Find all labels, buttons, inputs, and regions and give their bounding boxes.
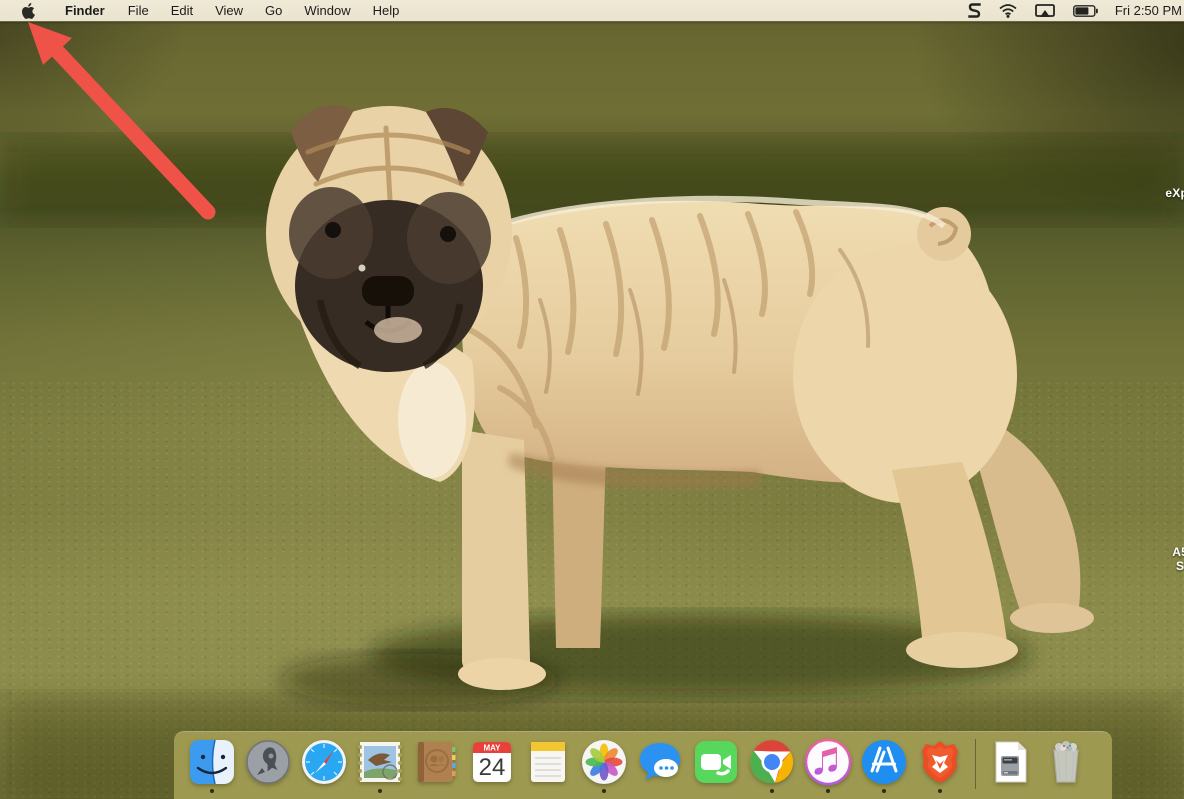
menu-bar-left: Finder File Edit View Go Window Help <box>0 0 410 21</box>
chrome-icon <box>750 740 794 784</box>
app-store-icon <box>862 740 906 784</box>
running-indicator <box>826 789 830 793</box>
menu-bar-right: Fri 2:50 PM <box>959 0 1184 21</box>
dock: MAY 24 <box>174 731 1112 799</box>
contacts-book-icon <box>418 742 456 782</box>
desktop-icon-label[interactable]: eXp <box>1165 186 1184 200</box>
dock-item-finder[interactable] <box>184 738 240 798</box>
running-indicator <box>602 789 606 793</box>
menu-item-view[interactable]: View <box>204 0 254 21</box>
dock-item-chrome[interactable] <box>744 738 800 798</box>
dock-item-notes[interactable] <box>520 738 576 798</box>
messages-icon <box>640 743 680 780</box>
menu-item-edit[interactable]: Edit <box>160 0 204 21</box>
document-disk-image-icon <box>995 741 1027 783</box>
dock-item-safari[interactable] <box>296 738 352 798</box>
running-indicator <box>882 789 886 793</box>
wifi-icon[interactable] <box>990 0 1026 21</box>
dock-item-messages[interactable] <box>632 738 688 798</box>
dock-item-itunes[interactable] <box>800 738 856 798</box>
apple-logo-icon <box>22 2 35 19</box>
dock-item-documents-stack[interactable] <box>982 738 1038 798</box>
menu-item-go[interactable]: Go <box>254 0 293 21</box>
s-app-status-icon[interactable] <box>959 0 990 21</box>
menu-item-window[interactable]: Window <box>293 0 361 21</box>
running-indicator <box>770 789 774 793</box>
menu-item-help[interactable]: Help <box>362 0 411 21</box>
battery-icon[interactable] <box>1064 0 1107 21</box>
notes-icon <box>531 742 565 782</box>
brave-icon <box>922 741 958 783</box>
itunes-icon <box>804 738 852 786</box>
running-indicator <box>210 789 214 793</box>
running-indicator <box>378 789 382 793</box>
screen-mirroring-icon[interactable] <box>1026 0 1064 21</box>
dock-item-brave[interactable] <box>912 738 968 798</box>
mail-stamp-icon <box>358 742 402 782</box>
desktop-icon-label-line1: A5 <box>1172 545 1184 559</box>
dock-separator-line <box>974 739 976 789</box>
calendar-icon: MAY 24 <box>473 742 511 782</box>
calendar-day-text: 24 <box>479 754 506 781</box>
menu-item-file[interactable]: File <box>117 0 160 21</box>
dock-item-contacts[interactable] <box>408 738 464 798</box>
facetime-icon <box>695 741 737 783</box>
dock-item-mail[interactable] <box>352 738 408 798</box>
desktop-icon-label[interactable]: A5 S <box>1172 545 1184 573</box>
apple-menu[interactable] <box>0 0 53 21</box>
menu-bar: Finder File Edit View Go Window Help Fri… <box>0 0 1184 22</box>
dock-item-launchpad[interactable] <box>240 738 296 798</box>
menu-bar-clock[interactable]: Fri 2:50 PM <box>1107 3 1184 18</box>
dock-item-facetime[interactable] <box>688 738 744 798</box>
dock-separator <box>968 738 982 790</box>
calendar-month-text: MAY <box>483 744 501 753</box>
dock-item-app-store[interactable] <box>856 738 912 798</box>
launchpad-icon <box>246 740 290 784</box>
wallpaper-puppy-image <box>0 105 1184 799</box>
running-indicator <box>938 789 942 793</box>
dock-item-photos[interactable] <box>576 738 632 798</box>
menu-item-finder[interactable]: Finder <box>53 0 117 21</box>
safari-icon <box>302 740 346 784</box>
dock-item-trash[interactable] <box>1038 738 1094 798</box>
trash-full-icon <box>1053 741 1079 783</box>
photos-icon <box>582 740 626 784</box>
desktop-icon-label-line2: S <box>1176 559 1184 573</box>
finder-icon <box>190 739 234 785</box>
macos-desktop: eXp A5 S Finder File Edit View Go Window… <box>0 0 1184 799</box>
dock-item-calendar[interactable]: MAY 24 <box>464 738 520 798</box>
